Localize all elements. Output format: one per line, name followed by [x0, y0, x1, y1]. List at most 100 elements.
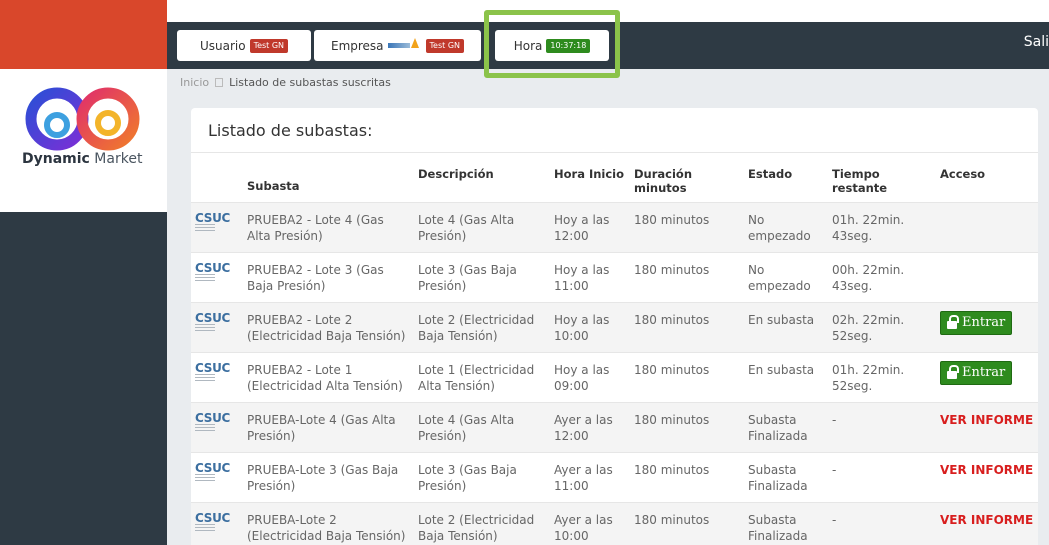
table-row: CSUC PRUEBA-Lote 4 (Gas Alta Presión) Lote… — [191, 402, 1038, 452]
cell-acceso: VER INFORME — [936, 502, 1038, 545]
column-header: Hora Inicio — [554, 167, 625, 181]
card-title: Listado de subastas: — [191, 108, 1038, 153]
cell-acceso — [936, 202, 1038, 252]
cell-logo: CSUC — [191, 452, 243, 502]
cell-hora-inicio: Hoy a las 10:00 — [554, 312, 610, 343]
csuc-logo-icon: CSUC — [195, 262, 239, 282]
cell-estado: Subasta Finalizada — [748, 412, 808, 443]
cell-tiempo-restante: 01h. 22min. 43seg. — [832, 212, 905, 243]
cell-descripcion: Lote 3 (Gas Baja Presión) — [418, 262, 517, 293]
ver-informe-link[interactable]: VER INFORME — [940, 463, 1033, 477]
cell-subasta: PRUEBA2 - Lote 3 (Gas Baja Presión) — [247, 262, 384, 293]
cell-subasta: PRUEBA-Lote 3 (Gas Baja Presión) — [247, 462, 399, 493]
cell-duracion: 180 minutos — [634, 362, 710, 377]
cell-logo: CSUC — [191, 352, 243, 402]
ver-informe-link[interactable]: VER INFORME — [940, 413, 1033, 427]
csuc-logo-icon: CSUC — [195, 512, 239, 532]
column-header: Duración minutos — [634, 167, 693, 195]
cell-acceso: Entrar — [936, 352, 1038, 402]
cell-duracion: 180 minutos — [634, 412, 710, 427]
user-badge: Test GN — [249, 38, 289, 53]
csuc-logo-icon: CSUC — [195, 462, 239, 482]
entrar-label: Entrar — [962, 364, 1006, 380]
logout-link[interactable]: Sali — [1024, 34, 1049, 50]
cell-estado: No empezado — [748, 212, 811, 243]
breadcrumb-home[interactable]: Inicio — [180, 76, 209, 89]
cell-hora-inicio: Hoy a las 09:00 — [554, 362, 610, 393]
column-header: Subasta — [247, 178, 300, 193]
cell-tiempo-restante: 01h. 22min. 52seg. — [832, 362, 905, 393]
user-label: Usuario — [199, 38, 246, 53]
cell-duracion: 180 minutos — [634, 262, 710, 277]
cell-hora-inicio: Hoy a las 11:00 — [554, 262, 610, 293]
ver-informe-link[interactable]: VER INFORME — [940, 513, 1033, 527]
csuc-logo-icon: CSUC — [195, 362, 239, 382]
highlight-box — [484, 10, 620, 78]
cell-estado: En subasta — [748, 362, 815, 377]
cell-acceso — [936, 252, 1038, 302]
user-info[interactable]: Usuario Test GN — [177, 30, 311, 61]
lock-icon — [947, 364, 959, 379]
cell-duracion: 180 minutos — [634, 212, 710, 227]
company-logo-icon — [387, 37, 422, 50]
brand-logo-area[interactable]: Dynamic Market — [0, 69, 167, 212]
cell-estado: En subasta — [748, 312, 815, 327]
auctions-table: Subasta Descripción Hora Inicio Duración… — [191, 153, 1038, 545]
cell-subasta: PRUEBA2 - Lote 1 (Electricidad Alta Tens… — [247, 362, 403, 393]
cell-estado: No empezado — [748, 262, 811, 293]
column-header: Tiempo restante — [832, 167, 888, 195]
breadcrumb-separator-icon — [215, 78, 224, 87]
cell-descripcion: Lote 2 (Electricidad Baja Tensión) — [418, 512, 535, 543]
cell-acceso: Entrar — [936, 302, 1038, 352]
cell-descripcion: Lote 2 (Electricidad Baja Tensión) — [418, 312, 535, 343]
cell-logo: CSUC — [191, 402, 243, 452]
cell-logo: CSUC — [191, 252, 243, 302]
company-info[interactable]: Empresa Test GN — [314, 30, 481, 61]
cell-hora-inicio: Hoy a las 12:00 — [554, 212, 610, 243]
brand-name: Dynamic Market — [22, 151, 143, 167]
csuc-logo-icon: CSUC — [195, 212, 239, 232]
cell-descripcion: Lote 4 (Gas Alta Presión) — [418, 412, 515, 443]
cell-tiempo-restante: 02h. 22min. 52seg. — [832, 312, 905, 343]
cell-subasta: PRUEBA2 - Lote 4 (Gas Alta Presión) — [247, 212, 384, 243]
column-logo — [191, 153, 243, 202]
cell-estado: Subasta Finalizada — [748, 512, 808, 543]
cell-tiempo-restante: - — [832, 462, 837, 477]
table-row: CSUC PRUEBA-Lote 3 (Gas Baja Presión) Lote… — [191, 452, 1038, 502]
cell-hora-inicio: Ayer a las 10:00 — [554, 512, 613, 543]
entrar-button[interactable]: Entrar — [940, 310, 1013, 335]
company-badge: Test GN — [425, 38, 465, 53]
cell-descripcion: Lote 1 (Electricidad Alta Tensión) — [418, 362, 535, 393]
auctions-card: Listado de subastas: Subasta Descripción… — [191, 108, 1038, 545]
dynamic-market-logo-icon — [25, 87, 140, 151]
cell-subasta: PRUEBA-Lote 4 (Gas Alta Presión) — [247, 412, 396, 443]
sidebar-top-bar — [0, 0, 167, 69]
cell-hora-inicio: Ayer a las 11:00 — [554, 462, 613, 493]
cell-descripcion: Lote 4 (Gas Alta Presión) — [418, 212, 515, 243]
cell-tiempo-restante: - — [832, 512, 837, 527]
cell-logo: CSUC — [191, 302, 243, 352]
entrar-button[interactable]: Entrar — [940, 360, 1013, 385]
company-label: Empresa — [330, 38, 384, 53]
cell-duracion: 180 minutos — [634, 312, 710, 327]
table-row: CSUC PRUEBA-Lote 2 (Electricidad Baja Ten… — [191, 502, 1038, 545]
cell-subasta: PRUEBA-Lote 2 (Electricidad Baja Tensión… — [247, 512, 406, 543]
cell-subasta: PRUEBA2 - Lote 2 (Electricidad Baja Tens… — [247, 312, 406, 343]
lock-icon — [947, 314, 959, 329]
cell-descripcion: Lote 3 (Gas Baja Presión) — [418, 462, 517, 493]
csuc-logo-icon: CSUC — [195, 412, 239, 432]
cell-acceso: VER INFORME — [936, 452, 1038, 502]
cell-tiempo-restante: - — [832, 412, 837, 427]
entrar-label: Entrar — [962, 314, 1006, 330]
cell-tiempo-restante: 00h. 22min. 43seg. — [832, 262, 905, 293]
cell-acceso: VER INFORME — [936, 402, 1038, 452]
table-row: CSUC PRUEBA2 - Lote 3 (Gas Baja Presión) L… — [191, 252, 1038, 302]
breadcrumb: Inicio Listado de subastas suscritas — [180, 76, 391, 89]
table-row: CSUC PRUEBA2 - Lote 2 (Electricidad Baja … — [191, 302, 1038, 352]
breadcrumb-current: Listado de subastas suscritas — [229, 76, 391, 89]
column-header: Descripción — [418, 167, 494, 181]
cell-logo: CSUC — [191, 502, 243, 545]
cell-duracion: 180 minutos — [634, 462, 710, 477]
cell-hora-inicio: Ayer a las 12:00 — [554, 412, 613, 443]
cell-estado: Subasta Finalizada — [748, 462, 808, 493]
